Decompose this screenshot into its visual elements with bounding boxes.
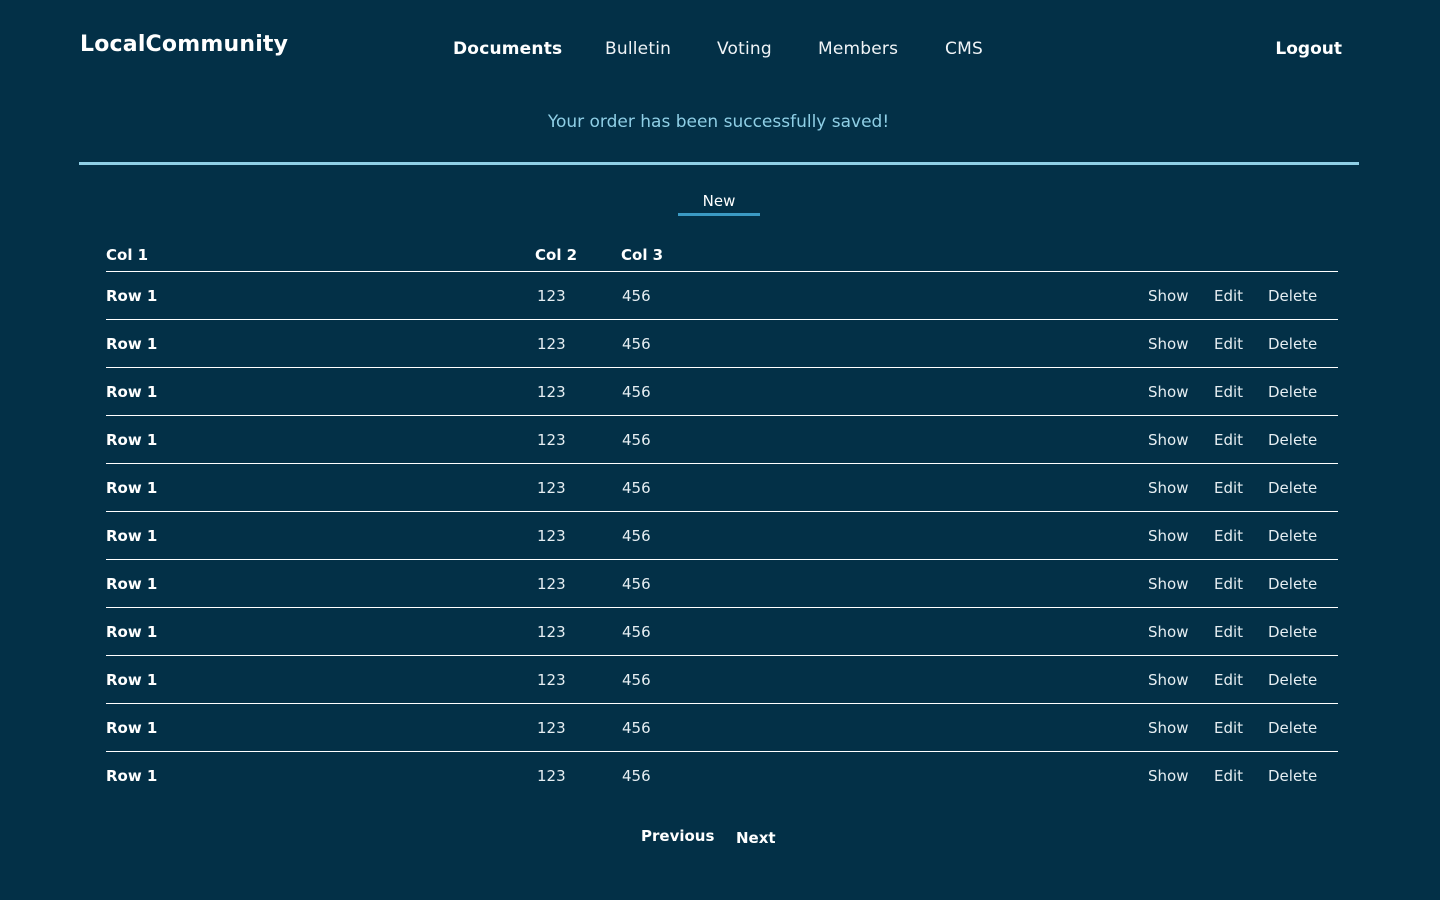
- show-link[interactable]: Show: [1148, 335, 1188, 353]
- nav-item-cms[interactable]: CMS: [945, 39, 983, 59]
- nav-item-bulletin[interactable]: Bulletin: [605, 39, 671, 59]
- show-link[interactable]: Show: [1148, 671, 1188, 689]
- edit-link[interactable]: Edit: [1214, 767, 1243, 785]
- show-link[interactable]: Show: [1148, 431, 1188, 449]
- table-row: Row 1 123 456 Show Edit Delete: [106, 560, 1338, 608]
- cell-col-2: 123: [537, 671, 566, 689]
- edit-link[interactable]: Edit: [1214, 335, 1243, 353]
- previous-page-link[interactable]: Previous: [641, 827, 714, 845]
- header-col-1: Col 1: [106, 246, 149, 264]
- new-button[interactable]: New: [678, 192, 760, 216]
- edit-link[interactable]: Edit: [1214, 719, 1243, 737]
- flash-divider: [79, 162, 1359, 165]
- cell-col-2: 123: [537, 767, 566, 785]
- table-row: Row 1 123 456 Show Edit Delete: [106, 512, 1338, 560]
- cell-col-2: 123: [537, 623, 566, 641]
- edit-link[interactable]: Edit: [1214, 575, 1243, 593]
- cell-col-3: 456: [622, 431, 651, 449]
- delete-link[interactable]: Delete: [1268, 335, 1317, 353]
- cell-col-3: 456: [622, 767, 651, 785]
- table-row: Row 1 123 456 Show Edit Delete: [106, 368, 1338, 416]
- delete-link[interactable]: Delete: [1268, 719, 1317, 737]
- show-link[interactable]: Show: [1148, 623, 1188, 641]
- cell-col-1: Row 1: [106, 767, 158, 785]
- table-header: Col 1 Col 2 Col 3: [106, 240, 1338, 272]
- documents-table: Col 1 Col 2 Col 3 Row 1 123 456 Show Edit Del…: [106, 240, 1338, 799]
- delete-link[interactable]: Delete: [1268, 479, 1317, 497]
- table-row: Row 1 123 456 Show Edit Delete: [106, 608, 1338, 656]
- cell-col-3: 456: [622, 719, 651, 737]
- cell-col-1: Row 1: [106, 671, 158, 689]
- cell-col-3: 456: [622, 623, 651, 641]
- delete-link[interactable]: Delete: [1268, 767, 1317, 785]
- cell-col-2: 123: [537, 335, 566, 353]
- delete-link[interactable]: Delete: [1268, 287, 1317, 305]
- cell-col-1: Row 1: [106, 623, 158, 641]
- cell-col-1: Row 1: [106, 287, 158, 305]
- cell-col-1: Row 1: [106, 479, 158, 497]
- cell-col-2: 123: [537, 527, 566, 545]
- flash-message: Your order has been successfully saved!: [547, 112, 890, 132]
- cell-col-1: Row 1: [106, 719, 158, 737]
- main-nav: Documents Bulletin Voting Members CMS: [0, 39, 1440, 63]
- table-row: Row 1 123 456 Show Edit Delete: [106, 704, 1338, 752]
- edit-link[interactable]: Edit: [1214, 383, 1243, 401]
- cell-col-2: 123: [537, 383, 566, 401]
- delete-link[interactable]: Delete: [1268, 671, 1317, 689]
- edit-link[interactable]: Edit: [1214, 287, 1243, 305]
- next-page-link[interactable]: Next: [736, 829, 776, 847]
- cell-col-3: 456: [622, 287, 651, 305]
- table-row: Row 1 123 456 Show Edit Delete: [106, 320, 1338, 368]
- table-body: Row 1 123 456 Show Edit Delete Row 1 123 456 Show…: [106, 272, 1338, 799]
- cell-col-1: Row 1: [106, 575, 158, 593]
- cell-col-2: 123: [537, 719, 566, 737]
- show-link[interactable]: Show: [1148, 383, 1188, 401]
- page: LocalCommunity Documents Bulletin Voting…: [0, 0, 1440, 900]
- cell-col-3: 456: [622, 383, 651, 401]
- edit-link[interactable]: Edit: [1214, 671, 1243, 689]
- show-link[interactable]: Show: [1148, 575, 1188, 593]
- table-row: Row 1 123 456 Show Edit Delete: [106, 416, 1338, 464]
- delete-link[interactable]: Delete: [1268, 623, 1317, 641]
- cell-col-3: 456: [622, 527, 651, 545]
- delete-link[interactable]: Delete: [1268, 527, 1317, 545]
- delete-link[interactable]: Delete: [1268, 431, 1317, 449]
- edit-link[interactable]: Edit: [1214, 431, 1243, 449]
- show-link[interactable]: Show: [1148, 719, 1188, 737]
- cell-col-1: Row 1: [106, 527, 158, 545]
- show-link[interactable]: Show: [1148, 767, 1188, 785]
- delete-link[interactable]: Delete: [1268, 575, 1317, 593]
- nav-item-documents[interactable]: Documents: [453, 39, 562, 59]
- cell-col-2: 123: [537, 575, 566, 593]
- nav-item-voting[interactable]: Voting: [717, 39, 772, 59]
- table-row: Row 1 123 456 Show Edit Delete: [106, 464, 1338, 512]
- edit-link[interactable]: Edit: [1214, 479, 1243, 497]
- header-col-3: Col 3: [621, 246, 664, 264]
- nav-item-members[interactable]: Members: [818, 39, 898, 59]
- table-row: Row 1 123 456 Show Edit Delete: [106, 752, 1338, 799]
- show-link[interactable]: Show: [1148, 527, 1188, 545]
- show-link[interactable]: Show: [1148, 479, 1188, 497]
- cell-col-2: 123: [537, 287, 566, 305]
- header-col-2: Col 2: [535, 246, 578, 264]
- logout-link[interactable]: Logout: [1275, 39, 1342, 59]
- cell-col-3: 456: [622, 671, 651, 689]
- cell-col-1: Row 1: [106, 383, 158, 401]
- show-link[interactable]: Show: [1148, 287, 1188, 305]
- cell-col-3: 456: [622, 479, 651, 497]
- edit-link[interactable]: Edit: [1214, 623, 1243, 641]
- cell-col-2: 123: [537, 431, 566, 449]
- delete-link[interactable]: Delete: [1268, 383, 1317, 401]
- table-row: Row 1 123 456 Show Edit Delete: [106, 272, 1338, 320]
- cell-col-3: 456: [622, 575, 651, 593]
- cell-col-1: Row 1: [106, 431, 158, 449]
- cell-col-2: 123: [537, 479, 566, 497]
- cell-col-1: Row 1: [106, 335, 158, 353]
- edit-link[interactable]: Edit: [1214, 527, 1243, 545]
- cell-col-3: 456: [622, 335, 651, 353]
- table-row: Row 1 123 456 Show Edit Delete: [106, 656, 1338, 704]
